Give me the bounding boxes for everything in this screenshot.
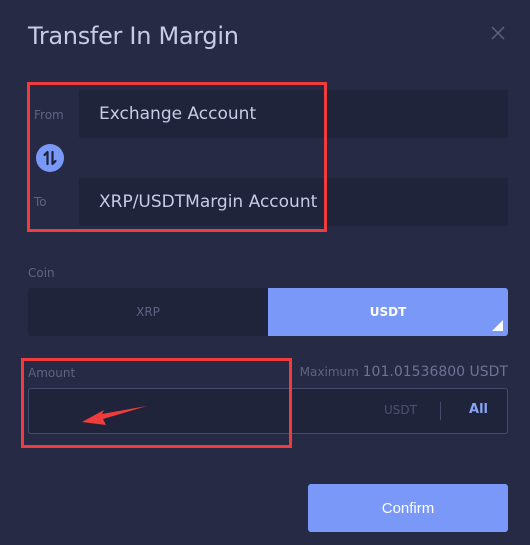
coin-label: Coin (28, 266, 55, 280)
from-account-field[interactable]: Exchange Account (79, 90, 508, 138)
coin-option-xrp[interactable]: XRP (28, 288, 268, 336)
amount-label: Amount (28, 366, 76, 380)
to-account-value: XRP/USDTMargin Account (99, 192, 318, 212)
confirm-button[interactable]: Confirm (308, 484, 508, 532)
amount-input[interactable] (29, 389, 369, 433)
dialog-title: Transfer In Margin (28, 22, 239, 50)
amount-field: USDT All (28, 388, 508, 434)
amount-divider (440, 402, 441, 420)
swap-vertical-icon (43, 150, 57, 166)
coin-option-label: XRP (136, 305, 160, 319)
maximum-prefix: Maximum (299, 365, 359, 379)
coin-option-usdt[interactable]: USDT (268, 288, 508, 336)
coin-option-label: USDT (369, 305, 407, 319)
amount-unit: USDT (384, 403, 417, 417)
swap-button[interactable] (36, 144, 64, 172)
maximum-value: 101.01536800 USDT (362, 364, 508, 380)
all-button[interactable]: All (469, 402, 488, 417)
from-account-value: Exchange Account (99, 104, 257, 124)
maximum-amount: Maximum 101.01536800 USDT (300, 364, 508, 380)
to-account-field[interactable]: XRP/USDTMargin Account (79, 178, 508, 226)
from-label: From (34, 108, 64, 122)
close-icon[interactable] (490, 25, 506, 41)
to-label: To (34, 195, 47, 209)
coin-selector: XRP USDT (28, 288, 508, 336)
